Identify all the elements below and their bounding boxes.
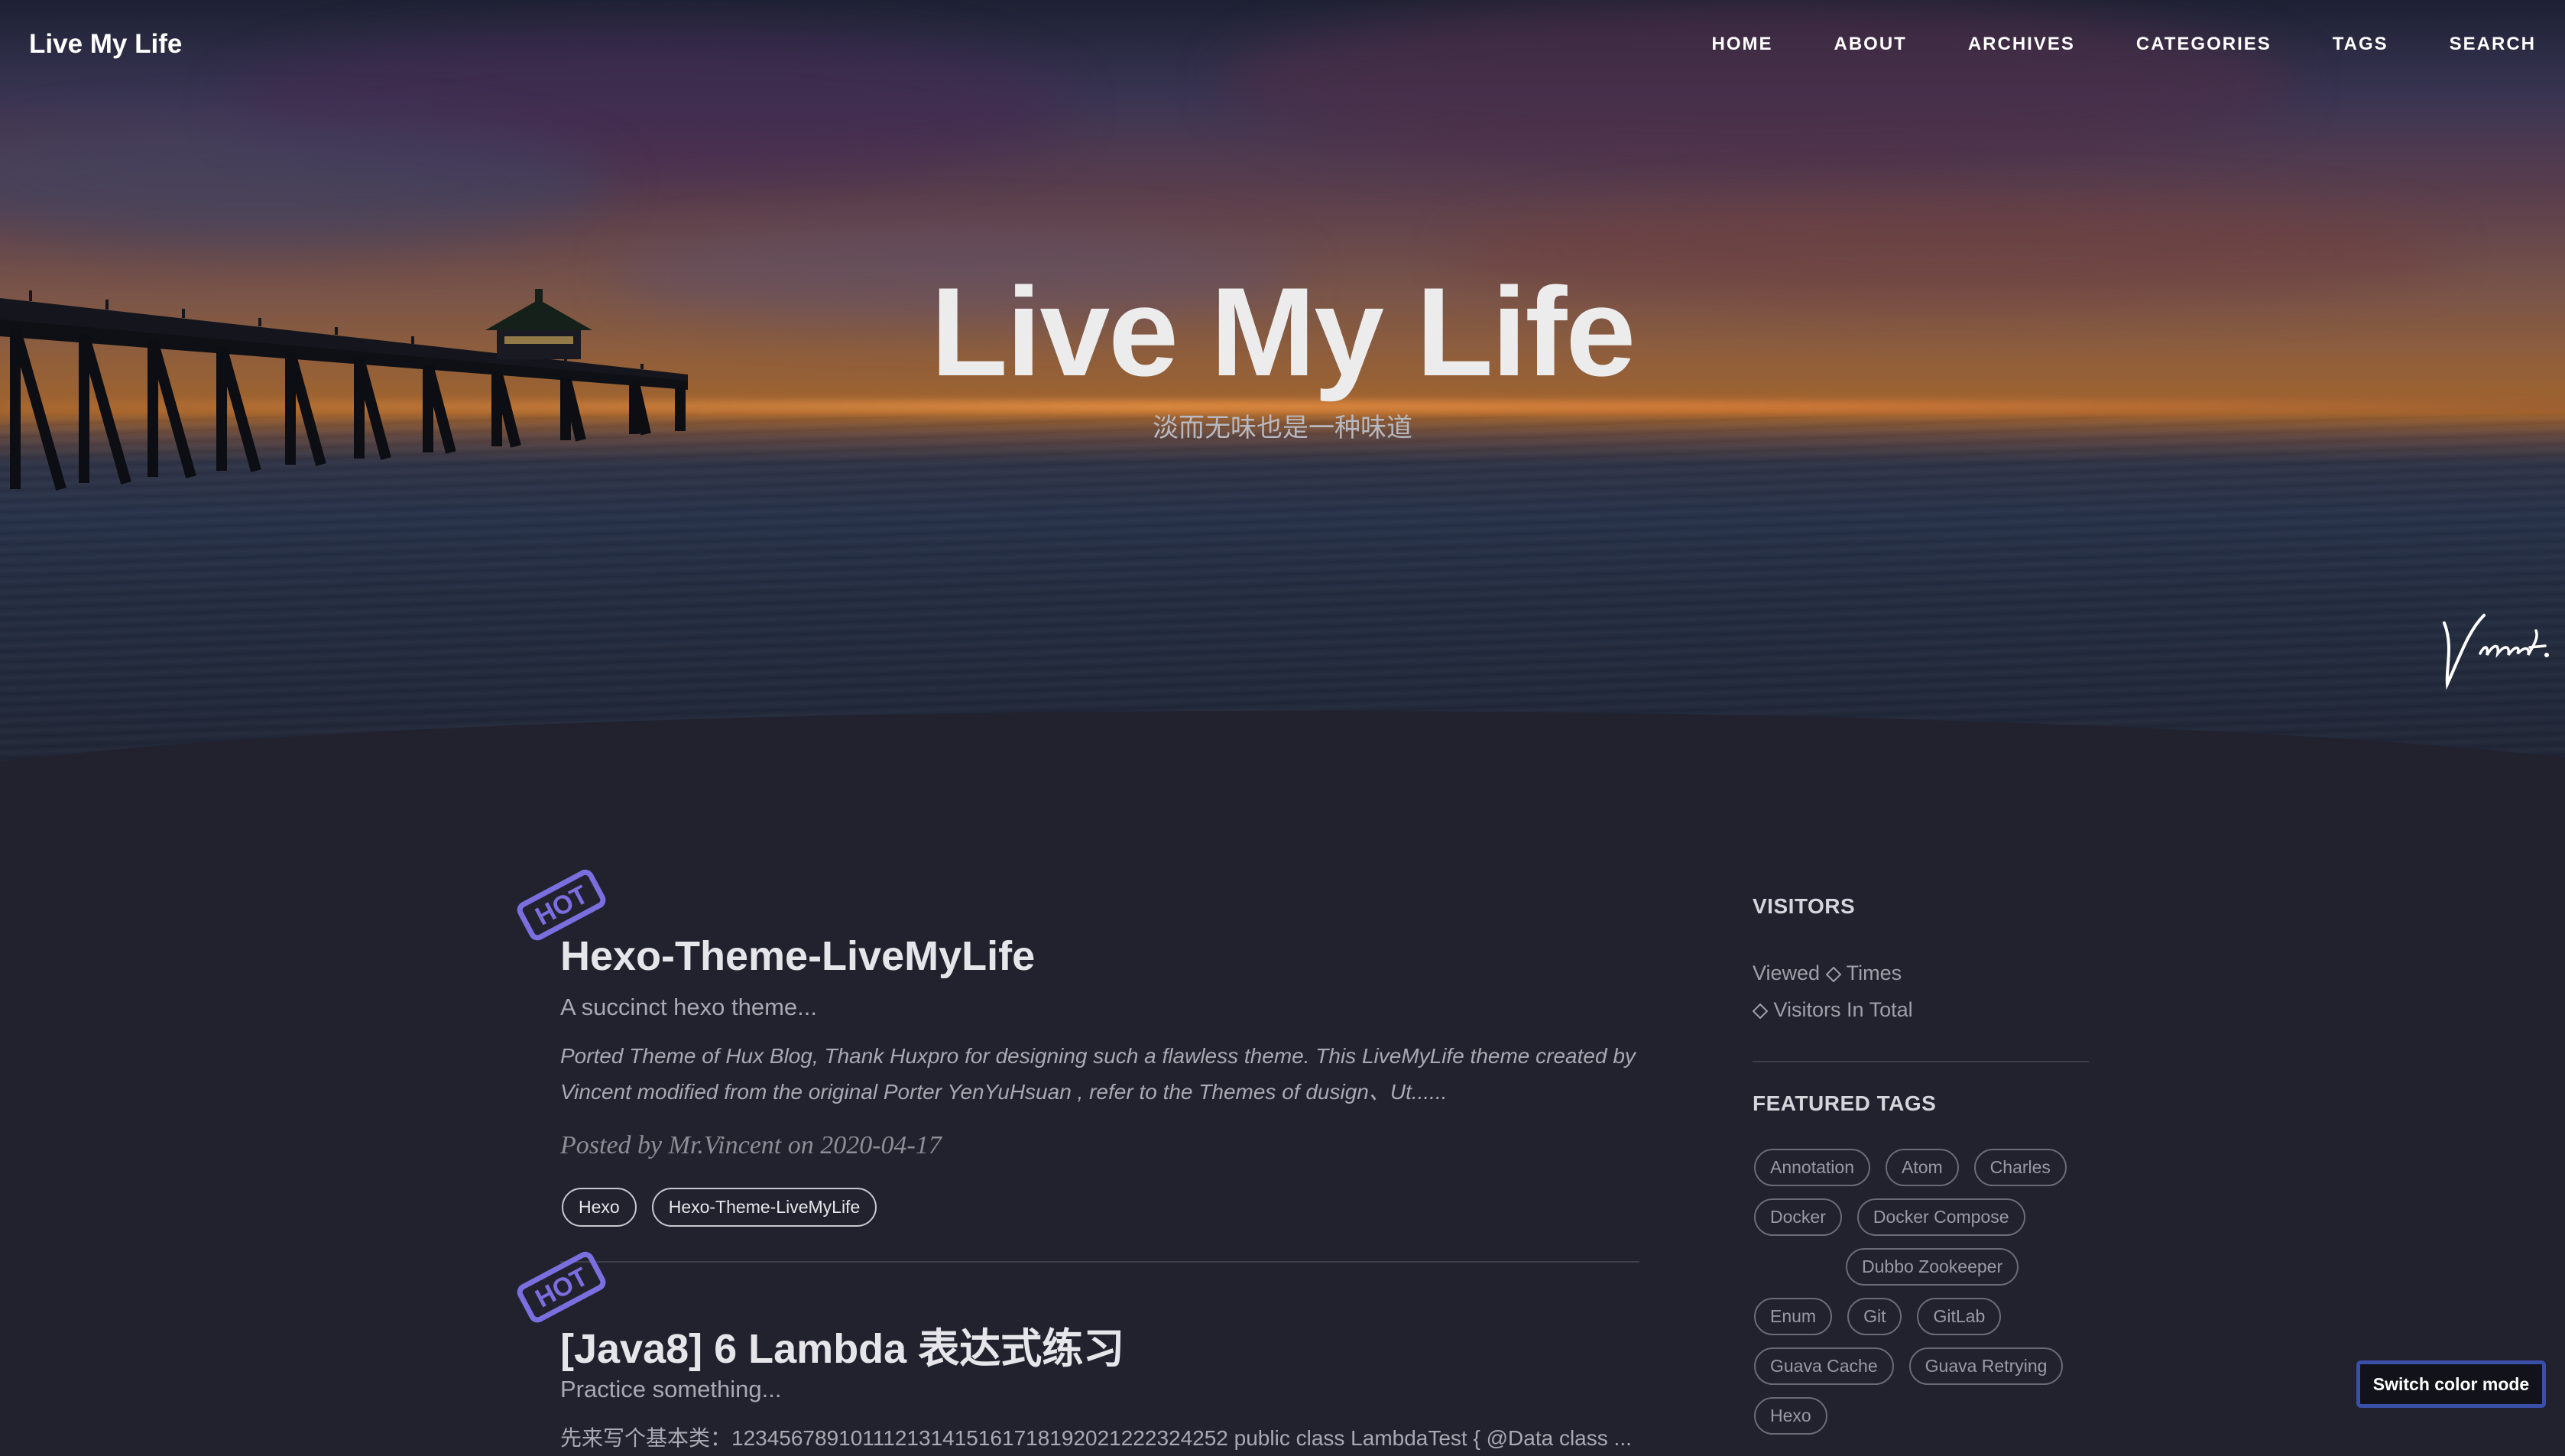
nav-about[interactable]: ABOUT [1834,34,1907,55]
nav-tags[interactable]: TAGS [2333,34,2388,55]
featured-tag[interactable]: Atom [1885,1149,1959,1186]
featured-tags-heading: FEATURED TAGS [1753,1091,1937,1115]
switch-color-mode-button[interactable]: Switch color mode [2356,1360,2546,1408]
viewed-prefix: Viewed [1753,961,1821,984]
post-divider [560,1261,1639,1263]
nav-search[interactable]: SEARCH [2450,34,2536,55]
post-excerpt: Ported Theme of Hux Blog, Thank Huxpro f… [560,1044,1636,1104]
diamond-icon [1825,966,1841,982]
tag-cloud-spacer [1754,1248,1831,1286]
featured-tag[interactable]: Guava Cache [1754,1347,1894,1385]
diamond-icon [1753,1003,1768,1019]
cloud [1223,0,2293,168]
visitors-heading: VISITORS [1753,894,1856,918]
featured-tag[interactable]: Dubbo Zookeeper [1846,1248,2019,1286]
featured-tag[interactable]: Guava Retrying [1908,1347,2064,1385]
sidebar: VISITORS Viewed Times Visitors In Total … [1753,894,2089,1435]
signature-logo [2443,614,2549,690]
visitors-suffix: Visitors In Total [1773,998,1913,1021]
post-title[interactable]: Hexo-Theme-LiveMyLife [560,932,1035,980]
featured-tag[interactable]: Git [1847,1298,1902,1335]
nav-categories[interactable]: CATEGORIES [2136,34,2272,55]
featured-tag[interactable]: Docker Compose [1856,1198,2025,1236]
featured-tag[interactable]: Enum [1754,1298,1833,1335]
featured-tag[interactable]: Hexo [1754,1397,1827,1435]
post-tag[interactable]: Hexo [562,1188,637,1227]
site-brand[interactable]: Live My Life [29,29,182,60]
post-subtitle: Practice something... [560,1376,782,1402]
featured-tag-cloud: Annotation Atom Charles Docker Docker Co… [1754,1149,2106,1435]
viewed-suffix: Times [1846,961,1902,984]
post-tag[interactable]: Hexo-Theme-LiveMyLife [651,1188,877,1227]
nav-archives[interactable]: ARCHIVES [1968,34,2075,55]
sidebar-divider [1753,1061,2089,1062]
featured-tag[interactable]: Annotation [1754,1149,1870,1186]
hero-title: Live My Life [930,261,1636,402]
hero-subtitle: 淡而无味也是一种味道 [1153,413,1412,443]
featured-tag[interactable]: GitLab [1917,1298,2002,1335]
viewed-times: Viewed Times [1753,961,1902,985]
featured-tag[interactable]: Charles [1973,1149,2067,1186]
post-tags: Hexo Hexo-Theme-LiveMyLife [562,1188,877,1227]
post-subtitle: A succinct hexo theme... [560,994,818,1020]
main-nav: HOME ABOUT ARCHIVES CATEGORIES TAGS SEAR… [1651,34,2537,55]
post-title[interactable]: [Java8] 6 Lambda 表达式练习 [560,1315,1124,1375]
visitors-total: Visitors In Total [1753,998,1913,1022]
featured-tag[interactable]: Docker [1754,1198,1842,1236]
post-meta: Posted by Mr.Vincent on 2020-04-17 [560,1131,942,1159]
nav-home[interactable]: HOME [1712,34,1773,55]
post-excerpt: 先来写个基本类：12345678910111213141516171819202… [560,1426,1632,1450]
